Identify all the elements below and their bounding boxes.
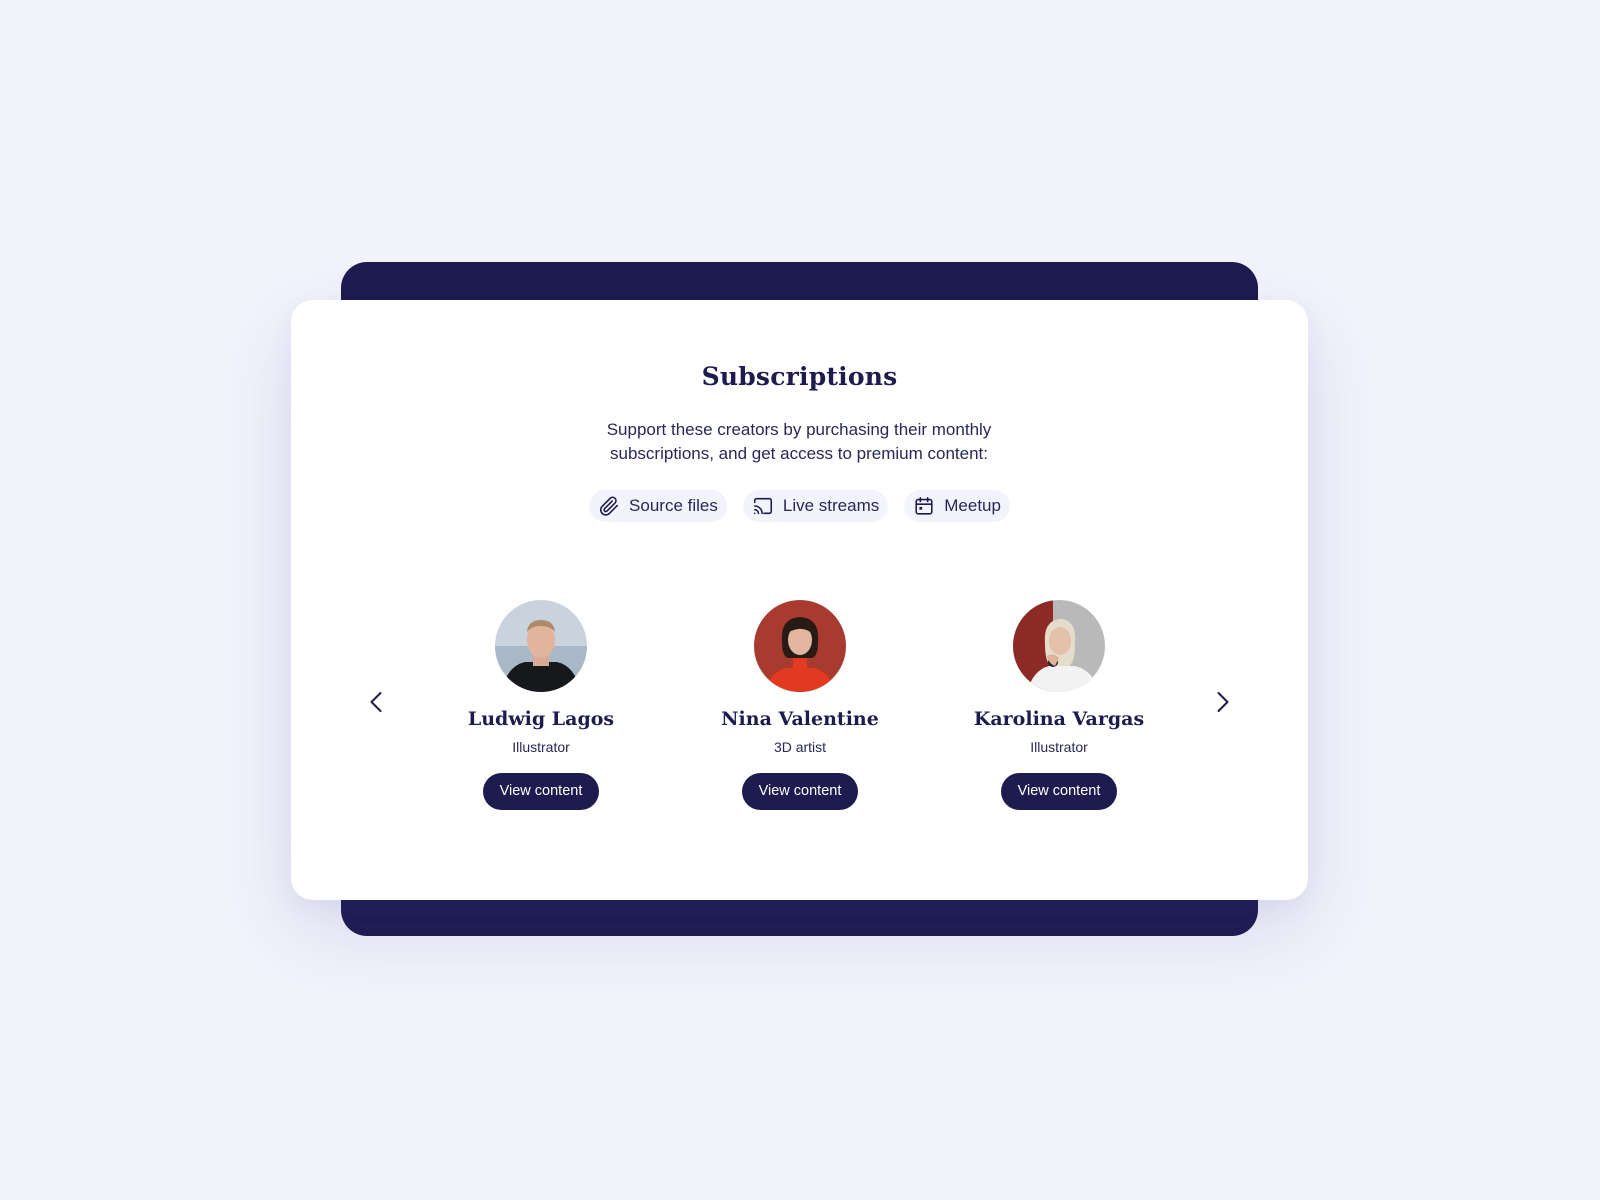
feature-label: Source files [629,496,718,515]
view-content-button[interactable]: View content [741,773,859,810]
feature-live-streams: Live streams [742,490,889,522]
chevron-right-icon [1217,692,1229,712]
creator-card-karolina-vargas: Karolina Vargas Illustrator View content [949,600,1169,810]
cast-icon [752,495,774,517]
calendar-icon [913,495,935,517]
feature-label: Live streams [782,496,880,515]
feature-meetup: Meetup [904,490,1010,522]
creator-role: Illustrator [1030,739,1088,755]
next-button[interactable] [1210,690,1234,714]
page-title: Subscriptions [701,362,898,391]
creator-card-nina-valentine: Nina Valentine 3D artist View content [690,600,910,810]
paperclip-icon [598,495,620,517]
avatar [495,600,587,692]
view-content-button[interactable]: View content [482,773,600,810]
avatar [754,600,846,692]
creator-name: Nina Valentine [721,708,879,730]
chevron-left-icon [370,692,382,712]
subtitle: Support these creators by purchasing the… [606,420,992,463]
feature-label: Meetup [944,496,1001,515]
view-content-button[interactable]: View content [1000,773,1118,810]
previous-button[interactable] [365,690,389,714]
feature-source-files: Source files [589,490,727,522]
creator-name: Karolina Vargas [973,708,1145,730]
creator-card-ludwig-lagos: Ludwig Lagos Illustrator View content [431,600,651,810]
creator-role: 3D artist [773,739,827,755]
subscriptions-card: Subscriptions Support these creators by … [291,300,1308,900]
feature-list: Source files Live streams Meetup [291,490,1308,522]
creator-name: Ludwig Lagos [467,708,615,730]
avatar [1013,600,1105,692]
creator-role: Illustrator [512,739,570,755]
